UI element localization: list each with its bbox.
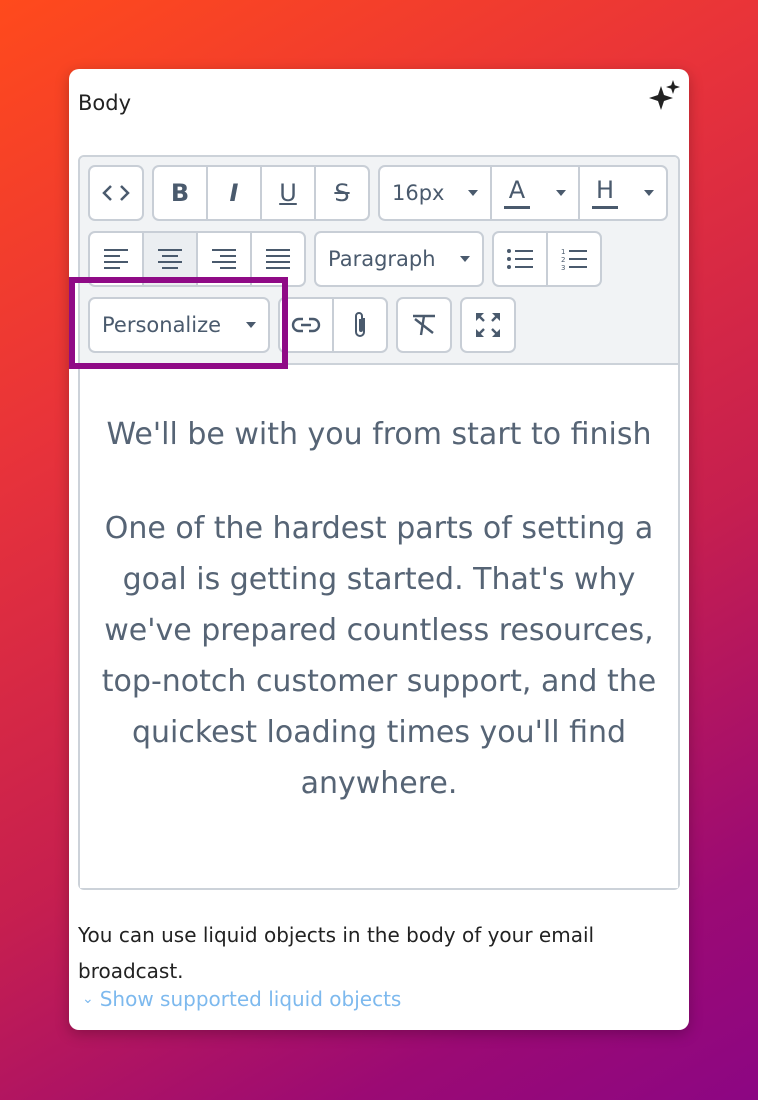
- svg-text:1: 1: [561, 248, 565, 256]
- align-right-icon: [212, 249, 236, 269]
- align-left-icon: [104, 249, 128, 269]
- insert-link-button[interactable]: [280, 299, 334, 351]
- align-justify-button[interactable]: [252, 233, 304, 285]
- insert-group: [278, 297, 388, 353]
- underline-icon: U: [279, 179, 297, 207]
- text-color-dropdown[interactable]: A: [492, 167, 580, 219]
- attach-file-button[interactable]: [334, 299, 386, 351]
- svg-text:3: 3: [561, 264, 565, 271]
- content-heading: We'll be with you from start to finish: [106, 417, 652, 452]
- sparkle-icon[interactable]: [648, 78, 682, 112]
- source-code-button[interactable]: [90, 167, 142, 219]
- text-style-group: B I U S: [152, 165, 370, 221]
- text-color-icon: A: [504, 178, 530, 209]
- personalize-group: Personalize: [88, 297, 270, 353]
- chevron-down-icon: [468, 190, 478, 196]
- personalize-dropdown[interactable]: Personalize: [90, 299, 268, 351]
- source-code-group: [88, 165, 144, 221]
- alignment-group: [88, 231, 306, 287]
- fullscreen-group: [460, 297, 516, 353]
- help-text: You can use liquid objects in the body o…: [78, 923, 595, 983]
- align-center-button[interactable]: [144, 233, 198, 285]
- align-justify-icon: [266, 249, 290, 269]
- chevron-down-icon: [246, 322, 256, 328]
- align-left-button[interactable]: [90, 233, 144, 285]
- block-format-group: Paragraph: [314, 231, 484, 287]
- clear-format-group: [396, 297, 452, 353]
- highlight-color-icon: H: [592, 178, 618, 209]
- bullet-list-button[interactable]: [494, 233, 548, 285]
- numbered-list-icon: 123: [561, 248, 587, 271]
- italic-button[interactable]: I: [208, 167, 262, 219]
- chevron-down-icon: [644, 190, 654, 196]
- rich-text-editor: B I U S 16px A H Paragraph 1 2 3 Persona…: [78, 155, 680, 890]
- numbered-list-button[interactable]: 123: [548, 233, 600, 285]
- bold-button[interactable]: B: [154, 167, 208, 219]
- link-icon: [291, 317, 321, 333]
- align-right-button[interactable]: [198, 233, 252, 285]
- font-size-dropdown[interactable]: 16px: [380, 167, 492, 219]
- clear-format-button[interactable]: [398, 299, 450, 351]
- show-liquid-objects-link[interactable]: ⌄ Show supported liquid objects: [82, 987, 401, 1011]
- strikethrough-button[interactable]: S: [316, 167, 368, 219]
- strikethrough-icon: S: [334, 179, 350, 207]
- text-color-letter: A: [508, 175, 526, 204]
- show-liquid-objects-label: Show supported liquid objects: [99, 987, 402, 1011]
- underline-button[interactable]: U: [262, 167, 316, 219]
- code-icon: [102, 185, 130, 201]
- bullet-list-icon: [507, 249, 533, 269]
- bold-icon: B: [170, 179, 190, 207]
- fullscreen-button[interactable]: [462, 299, 514, 351]
- body-field-card: Body B I U S 16px A H Paragraph 1 2 3 Pe…: [69, 69, 689, 1030]
- list-group: 123: [492, 231, 602, 287]
- svg-text:2: 2: [561, 256, 565, 264]
- fullscreen-icon: [476, 313, 500, 337]
- editor-content-area[interactable]: We'll be with you from start to finish O…: [80, 363, 678, 888]
- highlight-color-dropdown[interactable]: H: [580, 167, 666, 219]
- body-label: Body: [78, 91, 132, 115]
- chevron-down-icon: ⌄: [82, 991, 94, 1007]
- italic-icon: I: [229, 179, 239, 207]
- chevron-down-icon: [556, 190, 566, 196]
- block-format-dropdown[interactable]: Paragraph: [316, 233, 482, 285]
- align-center-icon: [158, 249, 182, 269]
- block-format-value: Paragraph: [328, 247, 436, 271]
- chevron-down-icon: [460, 256, 470, 262]
- content-paragraph: One of the hardest parts of setting a go…: [101, 511, 657, 801]
- paperclip-icon: [355, 312, 365, 337]
- highlight-letter: H: [595, 175, 615, 204]
- font-format-group: 16px A H: [378, 165, 668, 221]
- personalize-label: Personalize: [102, 313, 222, 337]
- clear-format-icon: [413, 314, 435, 336]
- font-size-value: 16px: [392, 181, 445, 205]
